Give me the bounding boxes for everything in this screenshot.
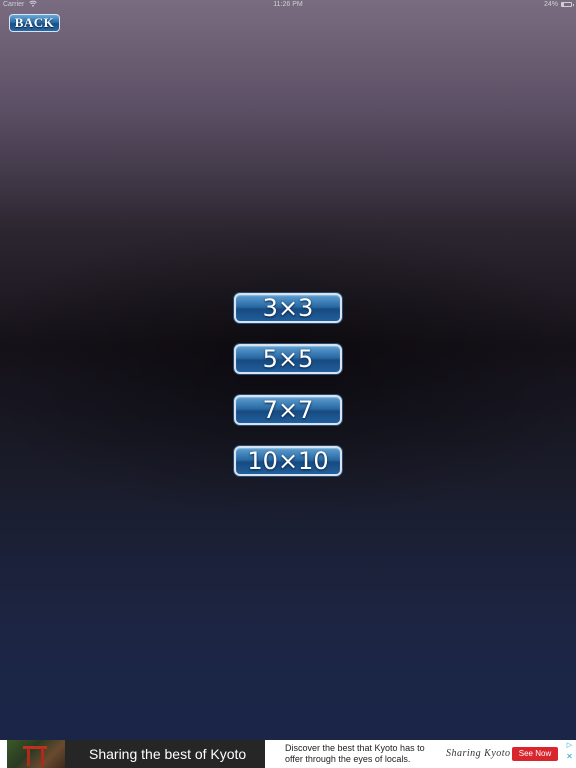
back-button[interactable]: BACK	[9, 14, 60, 32]
see-now-button[interactable]: See Now	[512, 747, 558, 761]
adchoices-icon[interactable]: ▷	[565, 741, 574, 750]
torii-gate-post	[41, 748, 44, 766]
size-option-7x7[interactable]: 7×7	[234, 395, 342, 425]
clock: 11:26 PM	[273, 1, 303, 8]
ad-headline[interactable]: Sharing the best of Kyoto	[89, 740, 246, 768]
ad-brand[interactable]: Sharing Kyoto	[446, 740, 511, 768]
puzzle-size-screen: Carrier 11:26 PM 24% BACK 3×3 5×5 7×7 10…	[0, 0, 576, 768]
size-option-3x3[interactable]: 3×3	[234, 293, 342, 323]
torii-gate-post	[27, 748, 30, 766]
ad-thumbnail[interactable]	[7, 740, 65, 768]
battery-fill	[562, 3, 565, 6]
battery-icon	[561, 2, 574, 7]
close-icon[interactable]: ✕	[565, 752, 574, 761]
battery-nub	[573, 4, 574, 6]
ad-banner[interactable]: Sharing the best of Kyoto Discover the b…	[0, 740, 576, 768]
status-bar: Carrier 11:26 PM 24%	[0, 0, 576, 10]
battery-percent: 24%	[543, 1, 558, 8]
size-option-5x5[interactable]: 5×5	[234, 344, 342, 374]
ad-description[interactable]: Discover the best that Kyoto has to offe…	[285, 743, 435, 765]
size-option-10x10[interactable]: 10×10	[234, 446, 342, 476]
ad-image-panel[interactable]: Sharing the best of Kyoto	[7, 740, 265, 768]
